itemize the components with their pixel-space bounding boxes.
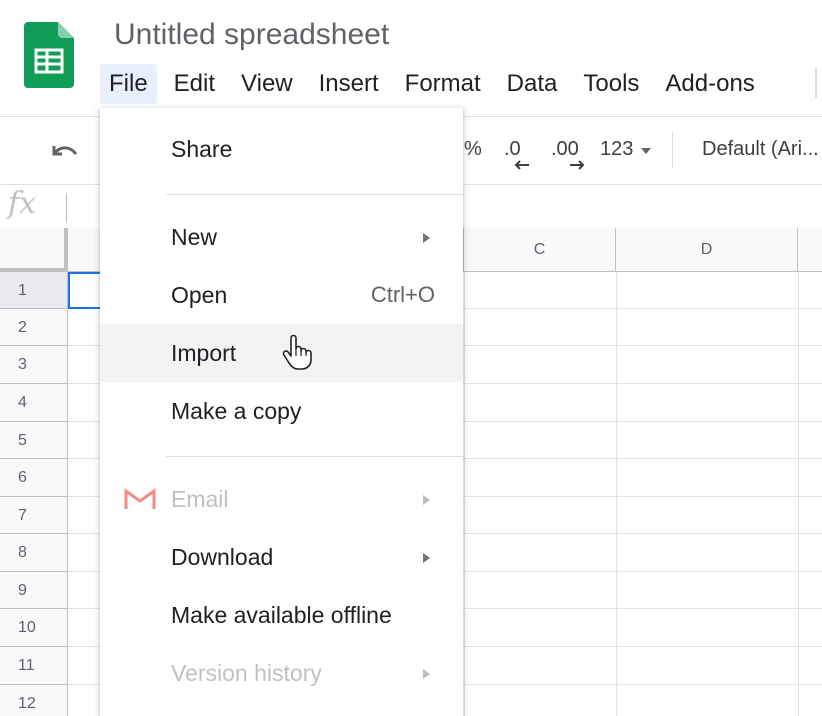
decrease-decimal-button[interactable]: .0: [504, 138, 529, 170]
column-gridline: [798, 272, 799, 716]
menu-item-share[interactable]: Share: [100, 120, 463, 178]
undo-icon[interactable]: [48, 140, 80, 164]
fx-icon: fx: [8, 186, 37, 221]
submenu-arrow-icon: [423, 233, 430, 243]
menu-item-email[interactable]: Email: [100, 470, 463, 528]
row-header-9[interactable]: 9: [0, 572, 68, 609]
submenu-arrow-icon: [423, 495, 430, 505]
column-gridline: [616, 272, 617, 716]
column-gridline: [464, 272, 465, 716]
arrow-right-icon: [570, 160, 585, 170]
arrow-left-icon: [514, 160, 529, 170]
row-header-6[interactable]: 6: [0, 459, 68, 497]
hand-cursor-icon: [282, 334, 312, 370]
submenu-arrow-icon: [423, 669, 430, 679]
menu-divider: [166, 456, 463, 457]
document-title[interactable]: Untitled spreadsheet: [114, 18, 389, 52]
menu-item-label: Email: [171, 486, 229, 512]
row-header-5[interactable]: 5: [0, 422, 68, 459]
chevron-down-icon: [641, 148, 651, 154]
menu-item-make-available-offline[interactable]: Make available offline: [100, 586, 463, 644]
font-select[interactable]: Default (Ari...: [702, 138, 819, 161]
menu-file[interactable]: File: [100, 64, 157, 104]
shortcut-label: Ctrl+O: [370, 282, 435, 307]
menu-item-label: Make available offline: [171, 602, 392, 628]
menu-item-label: Version history: [171, 660, 322, 686]
menu-data[interactable]: Data: [498, 64, 567, 104]
row-header-12[interactable]: 12: [0, 685, 68, 716]
menu-edit[interactable]: Edit: [165, 64, 224, 104]
menu-divider: [166, 194, 463, 195]
toolbar-divider: [672, 132, 673, 168]
row-header-4[interactable]: 4: [0, 384, 68, 422]
menu-format[interactable]: Format: [396, 64, 490, 104]
menu-insert[interactable]: Insert: [310, 64, 388, 104]
row-header-3[interactable]: 3: [0, 346, 68, 384]
menu-item-version-history[interactable]: Version history: [100, 644, 463, 702]
selected-cell[interactable]: [68, 272, 102, 309]
google-sheets-icon[interactable]: [24, 22, 74, 88]
menu-item-download[interactable]: Download: [100, 528, 463, 586]
menu-item-label: Share: [171, 136, 233, 162]
menu-tools[interactable]: Tools: [574, 64, 648, 104]
row-header-11[interactable]: 11: [0, 647, 68, 685]
row-header-8[interactable]: 8: [0, 534, 68, 572]
select-all-corner[interactable]: [0, 228, 68, 272]
row-header-10[interactable]: 10: [0, 609, 68, 647]
menubar: File Edit View Insert Format Data Tools …: [100, 64, 772, 104]
column-header-e[interactable]: [798, 228, 822, 272]
gmail-icon: [124, 488, 156, 509]
file-menu: Share New Open Ctrl+O Import Make a copy…: [100, 108, 463, 716]
menu-add-ons[interactable]: Add-ons: [656, 64, 763, 104]
column-header-d[interactable]: D: [616, 228, 798, 272]
increase-decimal-button[interactable]: .00: [551, 138, 585, 170]
row-header-1[interactable]: 1: [0, 272, 68, 309]
format-percent-button[interactable]: %: [464, 138, 482, 161]
menu-view[interactable]: View: [232, 64, 302, 104]
column-header-c[interactable]: C: [464, 228, 616, 272]
row-header-7[interactable]: 7: [0, 497, 68, 534]
menubar-divider: [815, 68, 817, 98]
submenu-arrow-icon: [423, 553, 430, 563]
decrease-decimal-label: .0: [504, 138, 521, 160]
menu-item-make-copy[interactable]: Make a copy: [100, 382, 463, 440]
menu-item-new[interactable]: New: [100, 208, 463, 266]
menu-item-label: Make a copy: [171, 398, 302, 424]
menu-item-label: Download: [171, 544, 274, 570]
more-formats-button[interactable]: 123: [600, 138, 633, 161]
menu-item-label: Open: [171, 282, 228, 308]
menu-item-open[interactable]: Open Ctrl+O: [100, 266, 463, 324]
increase-decimal-label: .00: [551, 138, 579, 160]
row-header-2[interactable]: 2: [0, 309, 68, 346]
formula-bar-divider: [66, 194, 67, 222]
menu-item-label: New: [171, 224, 218, 250]
menu-item-label: Import: [171, 340, 237, 366]
